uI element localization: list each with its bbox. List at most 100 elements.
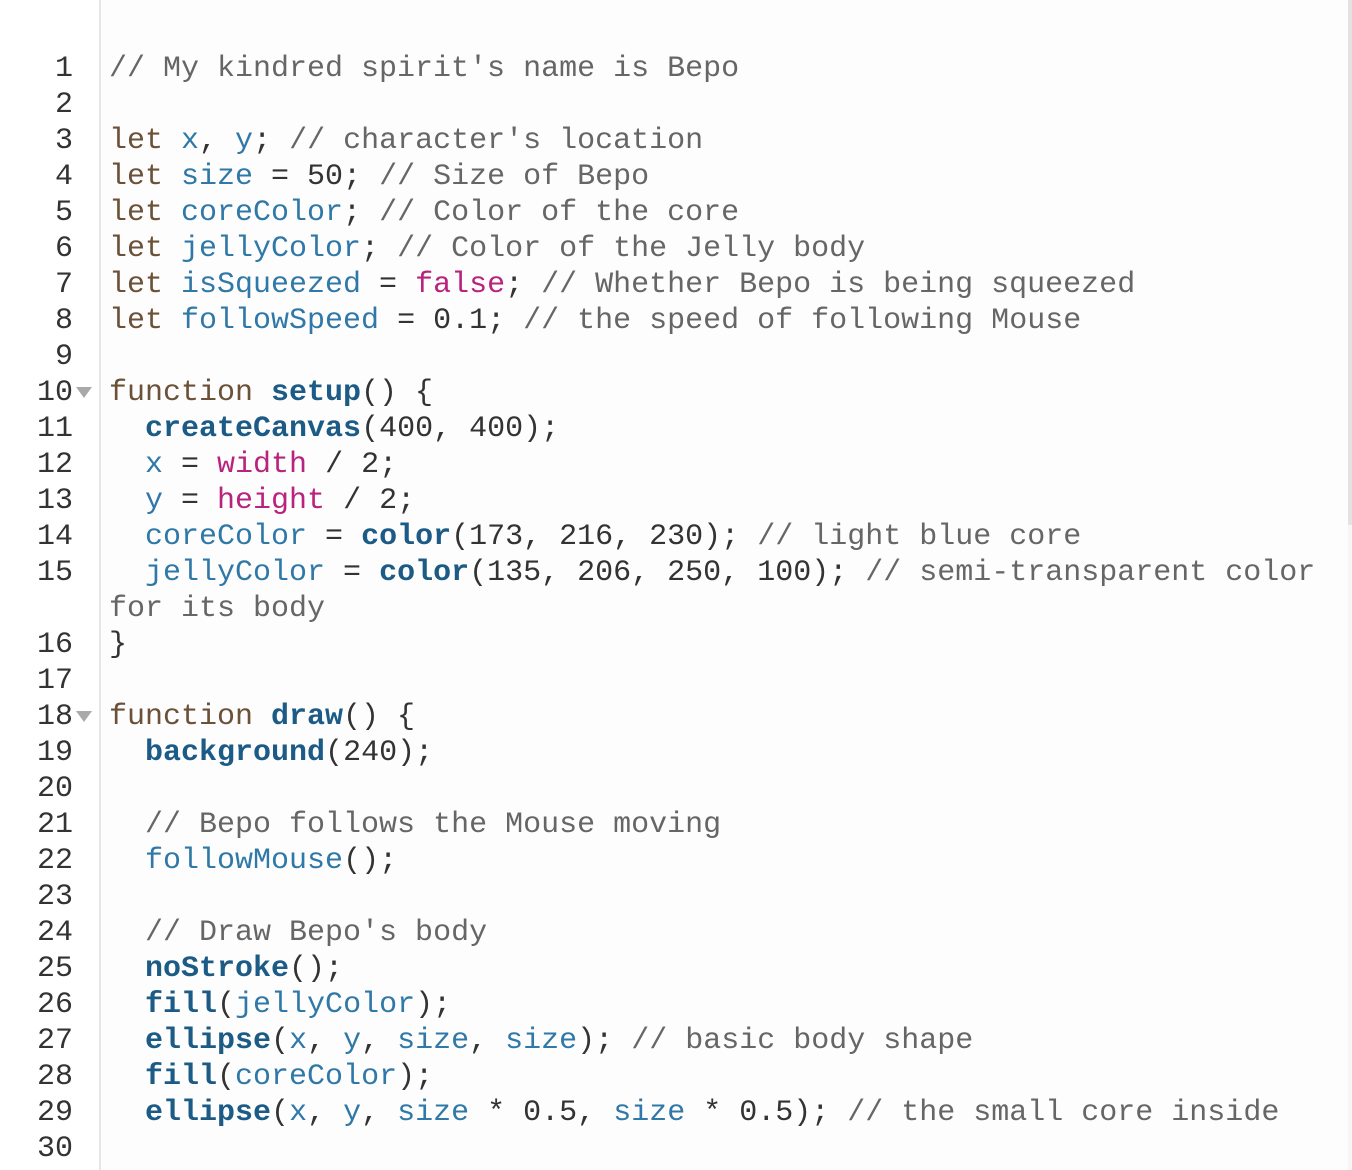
code-token: coreColor: [235, 1060, 398, 1094]
code-token: ;: [253, 124, 290, 158]
code-line[interactable]: 25 noStroke();: [0, 951, 1352, 987]
code-line[interactable]: 15 jellyColor = color(135, 206, 250, 100…: [0, 555, 1352, 627]
code-token: jellyColor: [235, 988, 416, 1022]
code-line[interactable]: 2: [0, 87, 1352, 123]
code-token: ,: [721, 556, 758, 590]
code-token: coreColor: [181, 196, 344, 230]
code-token: =: [361, 268, 416, 302]
code-editor[interactable]: 1// My kindred spirit's name is Bepo 2 3 le…: [0, 0, 1352, 1170]
code-token: // My kindred spirit's name is Bepo: [109, 52, 740, 86]
code-line[interactable]: 20: [0, 771, 1352, 807]
code-line[interactable]: 16}: [0, 627, 1352, 663]
code-line[interactable]: 7 let isSqueezed = false; // Whether Bepo…: [0, 267, 1352, 303]
code-line[interactable]: 10 function setup() {: [0, 375, 1352, 411]
code-token: ,: [631, 556, 668, 590]
code-line[interactable]: 28 fill(coreColor);: [0, 1059, 1352, 1095]
code-text: noStroke();: [109, 951, 1334, 987]
line-number: 26: [36, 988, 73, 1022]
code-line[interactable]: 3 let x, y; // character's location: [0, 123, 1352, 159]
code-token: coreColor: [145, 520, 308, 554]
code-token: ,: [199, 124, 236, 158]
code-token: x: [289, 1024, 308, 1058]
fold-arrow-icon[interactable]: [76, 711, 92, 722]
code-line[interactable]: 30: [0, 1131, 1352, 1167]
code-line[interactable]: 21 // Bepo follows the Mouse moving: [0, 807, 1352, 843]
vertical-scrollbar[interactable]: [1348, 0, 1352, 1170]
code-token: 2: [361, 448, 380, 482]
code-token: ;: [361, 232, 398, 266]
code-line[interactable]: 22 followMouse();: [0, 843, 1352, 879]
code-token: // basic body shape: [631, 1024, 974, 1058]
line-number: 30: [36, 1132, 73, 1166]
code-token: =: [325, 556, 380, 590]
code-line[interactable]: 8 let followSpeed = 0.1; // the speed of …: [0, 303, 1352, 339]
code-text: function setup() {: [109, 375, 1334, 411]
code-token: 216: [559, 520, 614, 554]
code-line[interactable]: 17: [0, 663, 1352, 699]
code-text: let jellyColor; // Color of the Jelly bo…: [109, 231, 1334, 267]
code-token: noStroke: [145, 952, 290, 986]
code-text: y = height / 2;: [109, 483, 1334, 519]
code-line[interactable]: 27 ellipse(x, y, size, size); // basic b…: [0, 1023, 1352, 1059]
fold-arrow-icon[interactable]: [76, 387, 92, 398]
code-token: let: [109, 304, 182, 338]
code-token: draw: [271, 700, 344, 734]
code-token: 135: [487, 556, 542, 590]
code-token: // Bepo follows the Mouse moving: [145, 808, 722, 842]
code-token: followSpeed: [181, 304, 380, 338]
code-token: 100: [757, 556, 812, 590]
code-token: false: [415, 268, 506, 302]
code-token: /: [325, 484, 380, 518]
code-token: 2: [379, 484, 398, 518]
code-token: ,: [541, 556, 578, 590]
scrollbar-thumb[interactable]: [1348, 0, 1352, 525]
code-line[interactable]: 13 y = height / 2;: [0, 483, 1352, 519]
line-number: 4: [54, 160, 73, 194]
code-text: followMouse();: [109, 843, 1334, 879]
code-line[interactable]: 19 background(240);: [0, 735, 1352, 771]
code-line[interactable]: 29 ellipse(x, y, size * 0.5, size * 0.5)…: [0, 1095, 1352, 1131]
code-line[interactable]: 9: [0, 339, 1352, 375]
code-line[interactable]: 4 let size = 50; // Size of Bepo: [0, 159, 1352, 195]
code-token: );: [703, 520, 758, 554]
line-number: 22: [36, 844, 73, 878]
code-token: (: [271, 1096, 290, 1130]
code-line[interactable]: 26 fill(jellyColor);: [0, 987, 1352, 1023]
line-number: 23: [36, 880, 73, 914]
code-line[interactable]: 18 function draw() {: [0, 699, 1352, 735]
code-line[interactable]: 1 // My kindred spirit's name is Bepo: [0, 51, 1352, 87]
code-line[interactable]: 11 createCanvas(400, 400);: [0, 411, 1352, 447]
code-line[interactable]: 24 // Draw Bepo's body: [0, 915, 1352, 951]
code-line[interactable]: 23: [0, 879, 1352, 915]
code-line[interactable]: 5 let coreColor; // Color of the core: [0, 195, 1352, 231]
code-text: ellipse(x, y, size * 0.5, size * 0.5); /…: [109, 1095, 1334, 1131]
code-token: // character's location: [289, 124, 704, 158]
code-token: 400: [379, 412, 434, 446]
line-number: 19: [36, 736, 73, 770]
line-number: 27: [36, 1024, 73, 1058]
line-number: 1: [54, 52, 73, 86]
code-token: // the speed of following Mouse: [523, 304, 1082, 338]
line-number: 15: [36, 556, 73, 590]
code-line[interactable]: 6 let jellyColor; // Color of the Jelly b…: [0, 231, 1352, 267]
code-token: (: [271, 1024, 290, 1058]
code-text: fill(jellyColor);: [109, 987, 1334, 1023]
line-number: 5: [54, 196, 73, 230]
code-text: background(240);: [109, 735, 1334, 771]
code-token: let: [109, 160, 182, 194]
code-token: (: [217, 988, 236, 1022]
code-token: ,: [613, 520, 650, 554]
code-line[interactable]: 12 x = width / 2;: [0, 447, 1352, 483]
code-token: setup: [271, 376, 362, 410]
line-number: 20: [36, 772, 73, 806]
code-token: ,: [469, 1024, 506, 1058]
code-line[interactable]: 14 coreColor = color(173, 216, 230); // …: [0, 519, 1352, 555]
code-token: );: [397, 736, 434, 770]
code-area[interactable]: 1// My kindred spirit's name is Bepo 2 3 le…: [0, 51, 1352, 1167]
